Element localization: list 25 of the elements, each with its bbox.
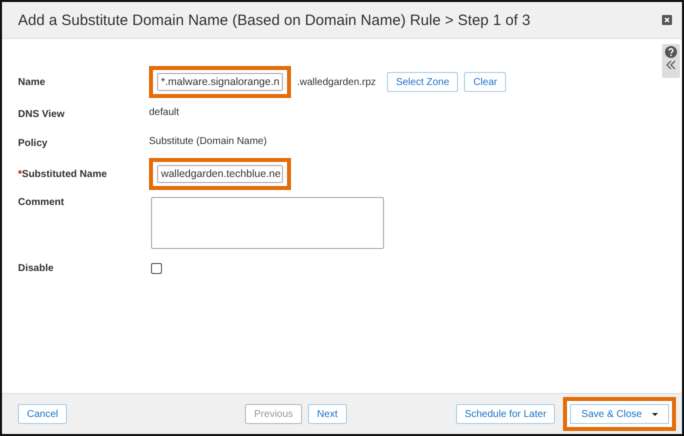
input-field[interactable]: *.malware.signalorange.n [157, 73, 283, 91]
button[interactable]: Next [308, 404, 347, 424]
input-field[interactable]: walledgarden.techblue.ne [157, 165, 283, 183]
zone-suffix: .walledgarden.rpz [297, 76, 376, 88]
help-icon[interactable] [665, 46, 677, 58]
button[interactable]: Clear [464, 72, 506, 92]
checkbox[interactable] [151, 263, 162, 274]
field-label: Policy [18, 138, 48, 149]
field-label: DNS View [18, 109, 66, 120]
field-label: Disable [18, 263, 55, 274]
button[interactable]: Cancel [18, 404, 68, 424]
field-value: Substitute (Domain Name) [149, 136, 267, 146]
collapse-icon[interactable] [666, 60, 676, 70]
field-label: Comment [18, 197, 66, 208]
button[interactable]: Schedule for Later [456, 404, 556, 424]
caret-icon [652, 412, 658, 416]
side-panel-tab[interactable] [662, 44, 680, 78]
button[interactable]: Select Zone [386, 72, 458, 92]
field-label: *Substituted Name [18, 168, 108, 180]
field-value: default [149, 106, 180, 118]
close-icon[interactable] [662, 15, 672, 25]
dropdown-button[interactable]: Save & Close [563, 397, 676, 431]
comment-field[interactable] [151, 197, 384, 249]
field-label: Name [18, 76, 46, 88]
window-title: Add a Substitute Domain Name (Based on Domain Name) Rule > Step 1 of 3 [18, 12, 530, 28]
